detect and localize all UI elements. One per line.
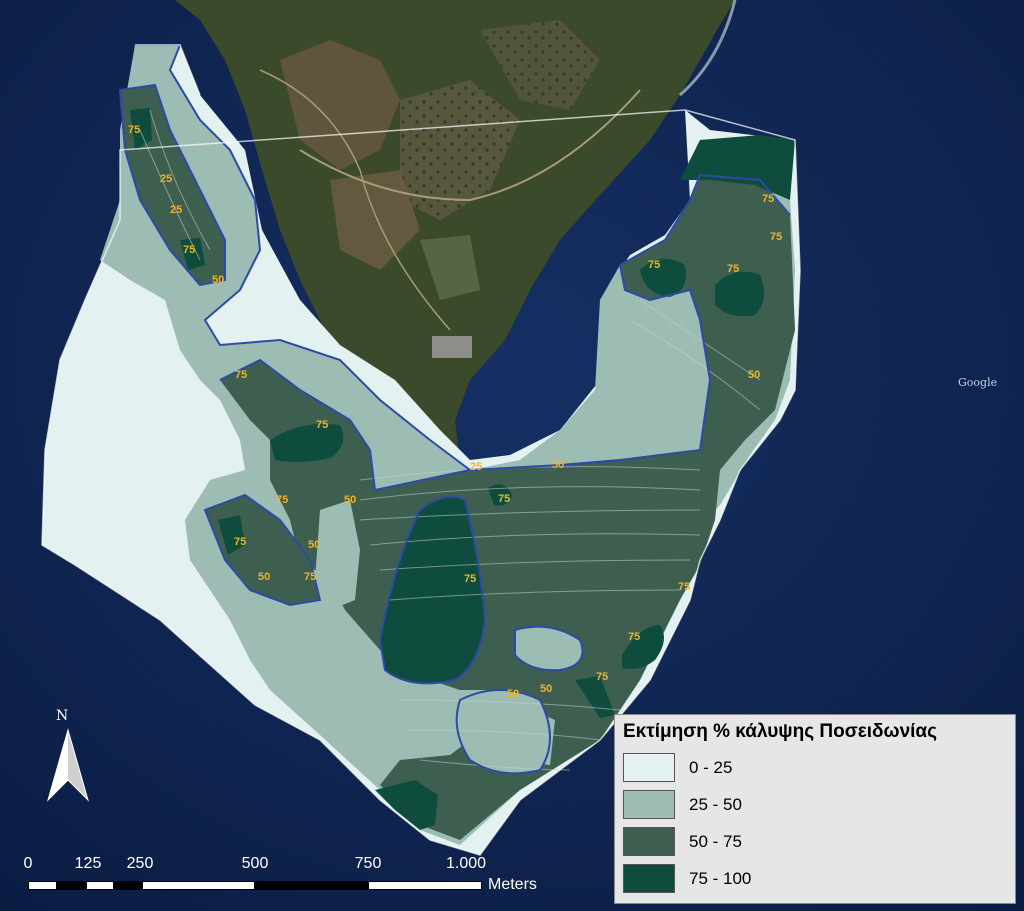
legend-title: Εκτίμηση % κάλυψης Ποσειδωνίας <box>623 721 937 742</box>
scale-tick-1000: 1.000 <box>445 855 487 872</box>
scale-segment <box>57 881 86 890</box>
scale-segment <box>86 881 114 890</box>
contour-value-label: 75 <box>678 581 690 593</box>
contour-value-label: 75 <box>235 369 247 381</box>
scale-tick-750: 750 <box>354 855 382 872</box>
legend-swatch <box>623 864 675 893</box>
contour-value-label: 50 <box>540 683 552 695</box>
contour-value-label: 75 <box>304 571 316 583</box>
legend-label: 25 - 50 <box>689 794 742 814</box>
legend-label: 50 - 75 <box>689 831 742 851</box>
scale-segment <box>114 881 142 890</box>
contour-value-label: 75 <box>464 573 476 585</box>
legend: Εκτίμηση % κάλυψης Ποσειδωνίας 0 - 25 25… <box>614 714 1016 904</box>
contour-value-label: 50 <box>507 688 519 700</box>
contour-value-label: 75 <box>762 193 774 205</box>
contour-value-label: 50 <box>212 274 224 286</box>
scale-units: Meters <box>488 876 537 893</box>
scale-segment <box>368 881 482 890</box>
scale-tick-0: 0 <box>23 855 33 872</box>
contour-value-label: 50 <box>344 494 356 506</box>
scale-segment <box>142 881 255 890</box>
contour-value-label: 50 <box>552 459 564 471</box>
legend-item: 75 - 100 <box>623 860 1007 897</box>
legend-swatch <box>623 753 675 782</box>
contour-value-label: 50 <box>308 539 320 551</box>
contour-value-label: 75 <box>128 124 140 136</box>
google-attribution: Google <box>958 376 997 389</box>
contour-value-label: 75 <box>234 536 246 548</box>
scale-tick-500: 500 <box>241 855 269 872</box>
north-arrow-icon <box>46 728 90 802</box>
legend-item: 50 - 75 <box>623 823 1007 860</box>
legend-item: 25 - 50 <box>623 786 1007 823</box>
scale-segment <box>255 881 368 890</box>
contour-value-label: 75 <box>596 671 608 683</box>
map-frame[interactable]: 75 75 75 75 75 75 75 75 75 75 75 75 75 75 75 75 50 50 50 50… <box>0 0 1024 911</box>
contour-value-label: 75 <box>276 494 288 506</box>
legend-swatch <box>623 790 675 819</box>
contour-value-label: 25 <box>160 173 172 185</box>
scale-segment <box>28 881 57 890</box>
contour-value-label: 75 <box>628 631 640 643</box>
contour-value-label: 75 <box>183 244 195 256</box>
legend-label: 75 - 100 <box>689 868 752 888</box>
scale-tick-250: 250 <box>126 855 154 872</box>
contour-value-label: 75 <box>727 263 739 275</box>
contour-value-label: 75 <box>648 259 660 271</box>
contour-value-label: 75 <box>770 231 782 243</box>
contour-value-label: 50 <box>258 571 270 583</box>
contour-value-label: 25 <box>470 461 482 473</box>
contour-value-label: 75 <box>498 493 510 505</box>
contour-value-label: 50 <box>748 369 760 381</box>
scale-bar: 0 125 250 500 750 1.000 Meters <box>20 855 580 900</box>
legend-label: 0 - 25 <box>689 757 733 777</box>
legend-swatch <box>623 827 675 856</box>
contour-value-label: 25 <box>170 204 182 216</box>
scale-tick-125: 125 <box>74 855 102 872</box>
contour-value-label: 75 <box>316 419 328 431</box>
legend-item: 0 - 25 <box>623 749 1007 786</box>
